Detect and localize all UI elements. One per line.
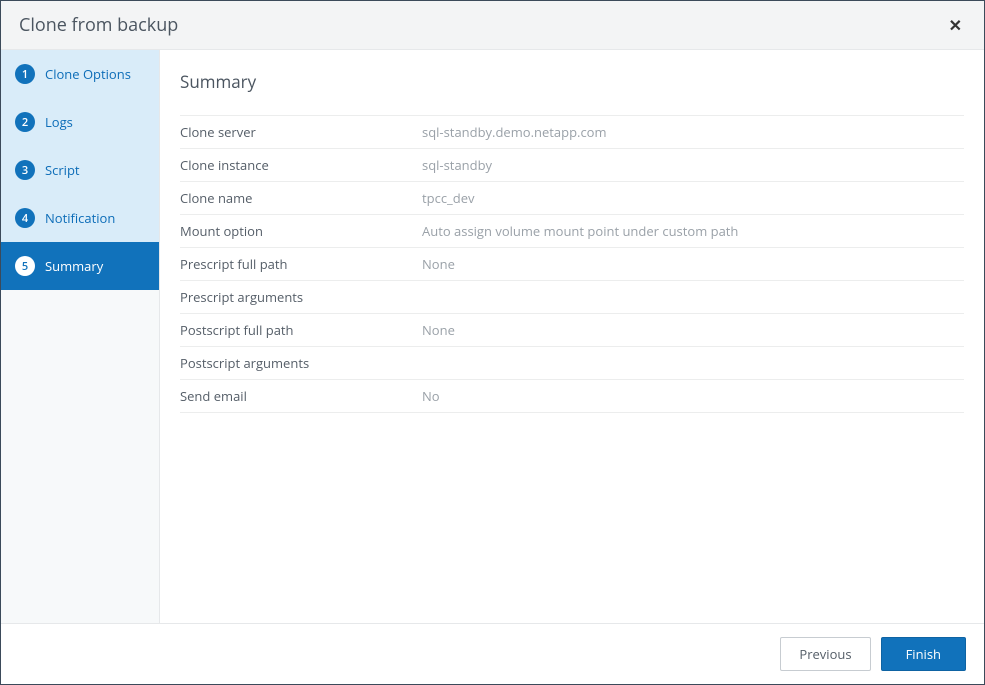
summary-label: Clone instance (180, 156, 422, 174)
sidebar-item-summary[interactable]: 5 Summary (1, 242, 159, 290)
summary-value (422, 354, 964, 372)
summary-label: Prescript full path (180, 255, 422, 273)
sidebar-item-label: Summary (45, 257, 103, 275)
sidebar-item-label: Script (45, 161, 80, 179)
summary-value: No (422, 387, 964, 405)
dialog-header: Clone from backup ✕ (1, 1, 984, 50)
sidebar-item-clone-options[interactable]: 1 Clone Options (1, 50, 159, 98)
summary-row-clone-server: Clone server sql-standby.demo.netapp.com (180, 115, 964, 149)
dialog-footer: Previous Finish (1, 623, 984, 684)
summary-row-clone-name: Clone name tpcc_dev (180, 182, 964, 215)
summary-row-clone-instance: Clone instance sql-standby (180, 149, 964, 182)
clone-from-backup-dialog: Clone from backup ✕ 1 Clone Options 2 Lo… (0, 0, 985, 685)
sidebar-item-label: Logs (45, 113, 73, 131)
summary-value: Auto assign volume mount point under cus… (422, 222, 964, 240)
sidebar-item-notification[interactable]: 4 Notification (1, 194, 159, 242)
summary-label: Clone name (180, 189, 422, 207)
content-heading: Summary (180, 70, 964, 93)
summary-row-prescript-full-path: Prescript full path None (180, 248, 964, 281)
close-icon[interactable]: ✕ (945, 17, 966, 33)
summary-label: Send email (180, 387, 422, 405)
summary-value: None (422, 321, 964, 339)
dialog-content: Summary Clone server sql-standby.demo.ne… (160, 50, 984, 623)
step-number-badge: 3 (15, 160, 35, 180)
finish-button[interactable]: Finish (881, 637, 966, 671)
summary-value (422, 288, 964, 306)
step-number-badge: 2 (15, 112, 35, 132)
wizard-sidebar: 1 Clone Options 2 Logs 3 Script 4 Notifi… (1, 50, 160, 623)
step-number-badge: 5 (15, 256, 35, 276)
summary-value: None (422, 255, 964, 273)
summary-label: Clone server (180, 123, 422, 141)
summary-label: Mount option (180, 222, 422, 240)
step-number-badge: 1 (15, 64, 35, 84)
summary-label: Postscript full path (180, 321, 422, 339)
step-number-badge: 4 (15, 208, 35, 228)
summary-value: tpcc_dev (422, 189, 964, 207)
previous-button[interactable]: Previous (780, 637, 870, 671)
summary-label: Postscript arguments (180, 354, 422, 372)
summary-row-send-email: Send email No (180, 380, 964, 413)
dialog-body: 1 Clone Options 2 Logs 3 Script 4 Notifi… (1, 50, 984, 623)
dialog-title: Clone from backup (19, 13, 178, 37)
sidebar-item-logs[interactable]: 2 Logs (1, 98, 159, 146)
sidebar-item-label: Notification (45, 209, 115, 227)
summary-label: Prescript arguments (180, 288, 422, 306)
summary-row-mount-option: Mount option Auto assign volume mount po… (180, 215, 964, 248)
summary-value: sql-standby.demo.netapp.com (422, 123, 964, 141)
summary-value: sql-standby (422, 156, 964, 174)
summary-table: Clone server sql-standby.demo.netapp.com… (180, 115, 964, 413)
sidebar-item-script[interactable]: 3 Script (1, 146, 159, 194)
sidebar-item-label: Clone Options (45, 65, 131, 83)
summary-row-prescript-arguments: Prescript arguments (180, 281, 964, 314)
summary-row-postscript-arguments: Postscript arguments (180, 347, 964, 380)
summary-row-postscript-full-path: Postscript full path None (180, 314, 964, 347)
